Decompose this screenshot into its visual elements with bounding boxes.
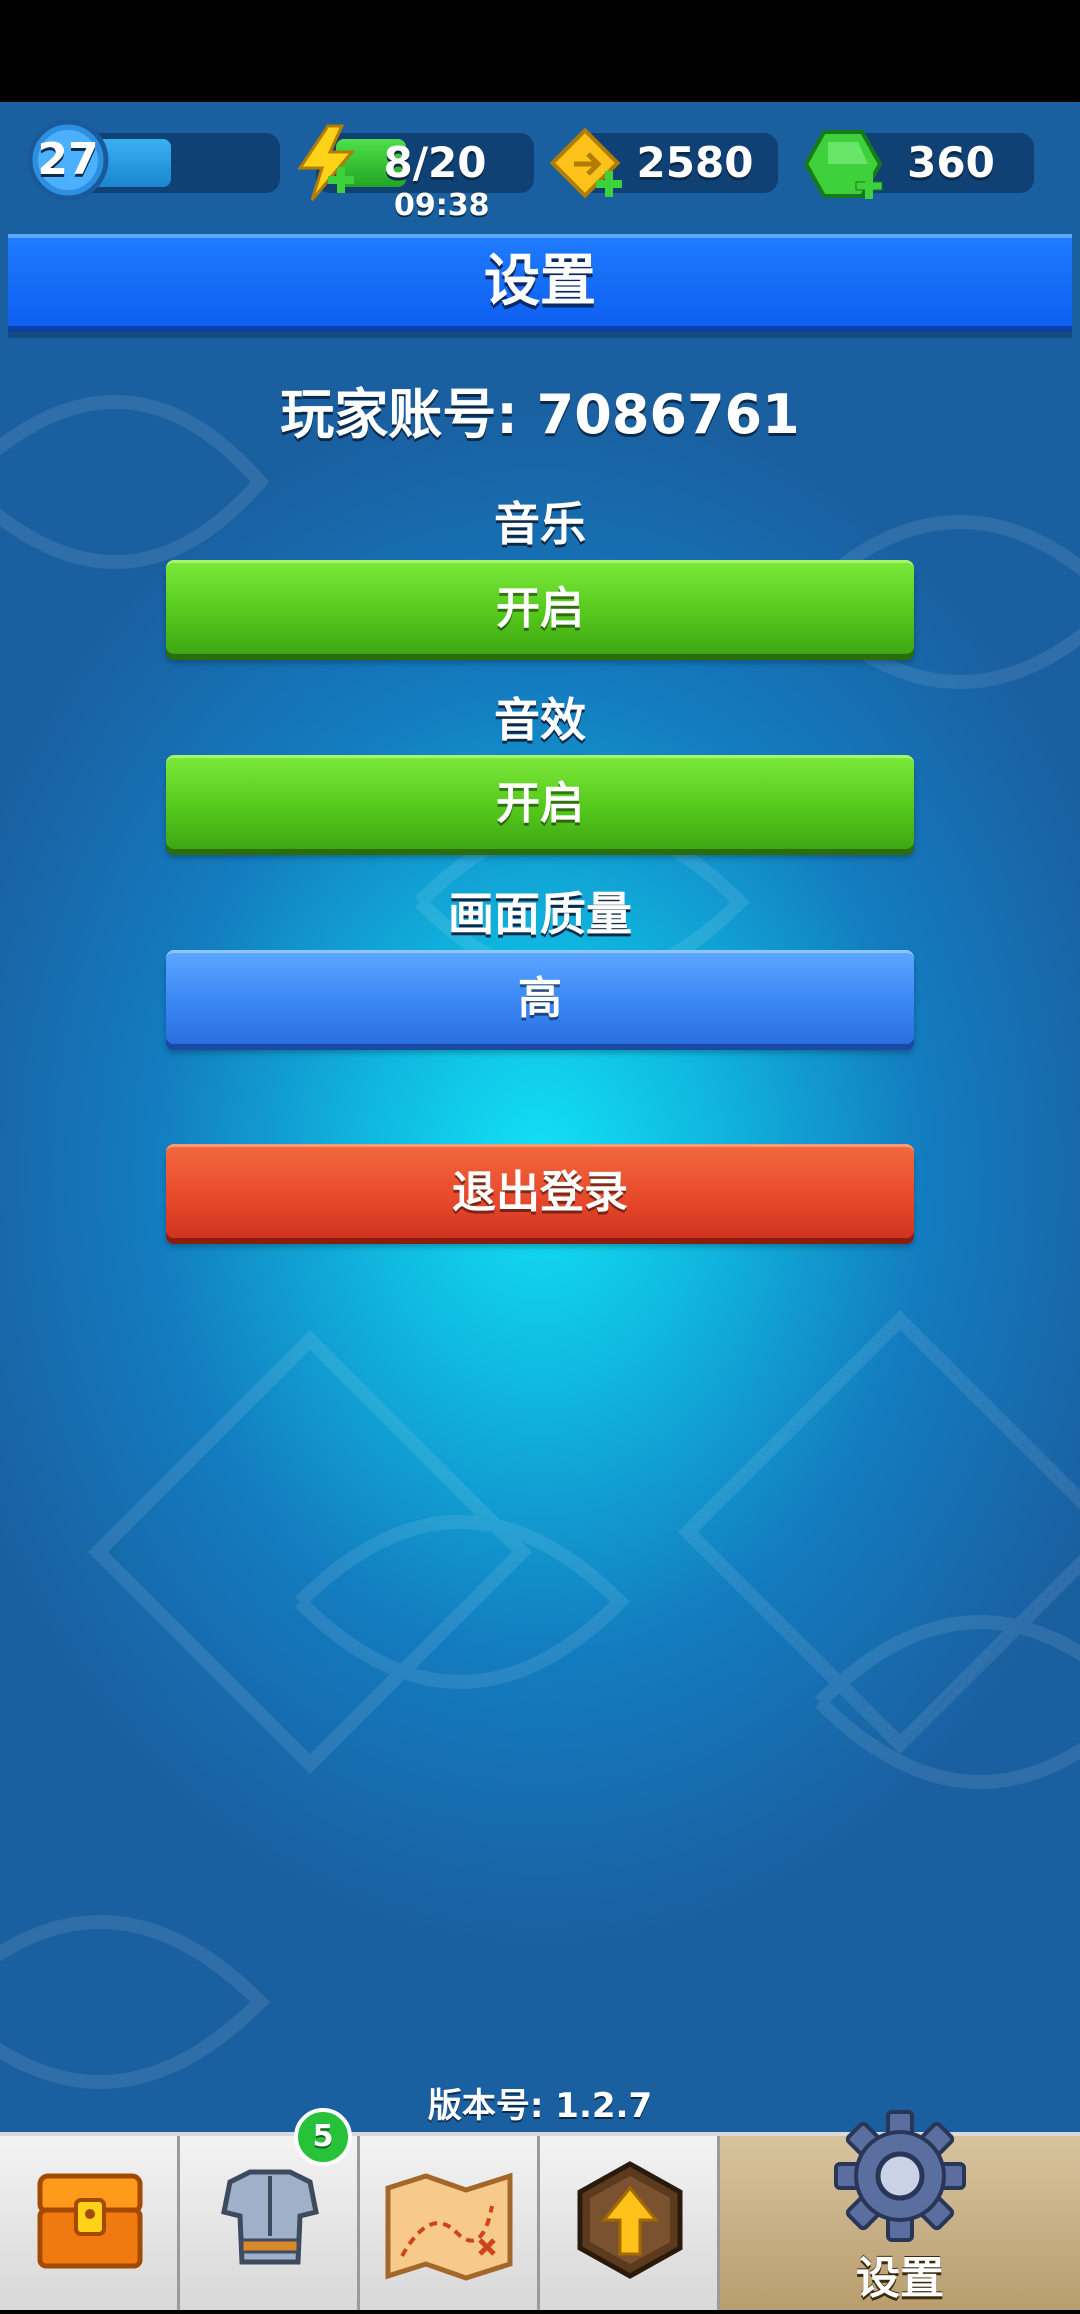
energy-timer: 09:38: [394, 188, 490, 223]
green-gem-icon[interactable]: [804, 126, 884, 202]
gold-coin-icon[interactable]: [548, 126, 624, 202]
level-value: 27: [37, 134, 99, 185]
status-bar: [0, 0, 1080, 102]
upgrade-arrow-icon: [577, 2161, 683, 2279]
equipment-badge: 5: [294, 2108, 352, 2166]
gear-icon: [834, 2110, 966, 2242]
nav-tab-settings[interactable]: 设置: [720, 2110, 1080, 2310]
energy-lightning-icon[interactable]: [292, 124, 364, 202]
sfx-label: 音效: [494, 693, 586, 747]
treasure-chest-icon: [37, 2173, 143, 2269]
sfx-toggle-button[interactable]: 开启: [166, 755, 914, 849]
treasure-map-icon: [385, 2172, 513, 2281]
nav-settings-label: 设置: [856, 2253, 944, 2304]
nav-tab-upgrade[interactable]: [540, 2136, 720, 2310]
page-title: 设置: [484, 249, 596, 314]
coins-value: 2580: [636, 138, 754, 187]
nav-tab-chest[interactable]: [0, 2136, 180, 2310]
quality-label: 画面质量: [448, 887, 632, 941]
music-toggle-button[interactable]: 开启: [166, 560, 914, 654]
quality-button[interactable]: 高: [166, 950, 914, 1044]
music-label: 音乐: [494, 497, 586, 551]
gems-value: 360: [907, 138, 995, 187]
energy-value: 8/20: [383, 138, 487, 187]
title-bar: 设置: [8, 234, 1072, 332]
level-badge[interactable]: 27: [26, 118, 110, 202]
logout-button[interactable]: 退出登录: [166, 1144, 914, 1238]
account-id: 玩家账号: 7086761: [280, 383, 800, 446]
nav-tab-map[interactable]: [360, 2136, 540, 2310]
